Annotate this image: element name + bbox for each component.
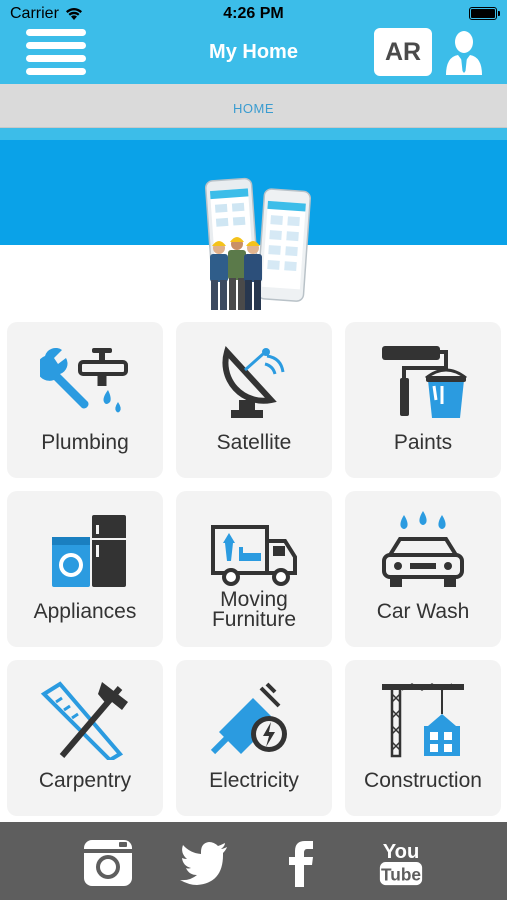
paint-roller-icon: [382, 346, 467, 418]
moving-truck-icon: [211, 525, 297, 586]
service-label: Construction: [364, 769, 482, 792]
service-tile-carpentry[interactable]: Carpentry: [7, 660, 163, 816]
service-tile-electricity[interactable]: Electricity: [176, 660, 332, 816]
service-tile-satellite[interactable]: Satellite: [176, 322, 332, 478]
instagram-icon[interactable]: [83, 839, 133, 887]
battery-icon: [469, 7, 500, 20]
workers-phones-illustration: [204, 177, 311, 310]
construction-crane-icon: [382, 683, 464, 758]
hero-banner: [0, 128, 507, 313]
twitter-icon[interactable]: [179, 839, 229, 887]
status-time: 4:26 PM: [223, 5, 284, 22]
svg-text:Tube: Tube: [381, 864, 421, 884]
breadcrumb-bar: HOME: [0, 84, 507, 128]
service-tile-moving-furniture[interactable]: Moving Furniture: [176, 491, 332, 647]
service-label: Plumbing: [41, 431, 129, 454]
service-label: Moving Furniture: [211, 588, 297, 631]
breadcrumb[interactable]: HOME: [0, 101, 507, 116]
service-label: Electricity: [209, 769, 299, 792]
service-label: Paints: [393, 431, 453, 454]
satellite-icon: [222, 346, 285, 418]
service-tile-car-wash[interactable]: Car Wash: [345, 491, 501, 647]
service-label: Appliances: [33, 600, 137, 623]
plumbing-icon: [40, 347, 128, 413]
electric-plug-icon: [210, 682, 287, 755]
language-ar-button[interactable]: AR: [374, 28, 432, 76]
service-tile-construction[interactable]: Construction: [345, 660, 501, 816]
service-label: Satellite: [216, 431, 292, 454]
status-bar: Carrier 4:26 PM: [0, 0, 507, 28]
service-label: Carpentry: [38, 769, 132, 792]
svg-text:You: You: [383, 841, 420, 863]
user-profile-icon[interactable]: [444, 29, 484, 75]
app-header: Carrier 4:26 PM My Home AR: [0, 0, 507, 84]
facebook-icon[interactable]: [285, 839, 319, 887]
service-tile-appliances[interactable]: Appliances: [7, 491, 163, 647]
car-wash-icon: [382, 511, 464, 587]
carpentry-tools-icon: [40, 681, 128, 760]
appliances-icon: [52, 515, 126, 587]
service-tile-paints[interactable]: Paints: [345, 322, 501, 478]
service-tile-plumbing[interactable]: Plumbing: [7, 322, 163, 478]
youtube-icon[interactable]: You Tube: [378, 839, 424, 887]
social-footer: You Tube: [0, 822, 507, 900]
service-label: Car Wash: [376, 600, 470, 623]
